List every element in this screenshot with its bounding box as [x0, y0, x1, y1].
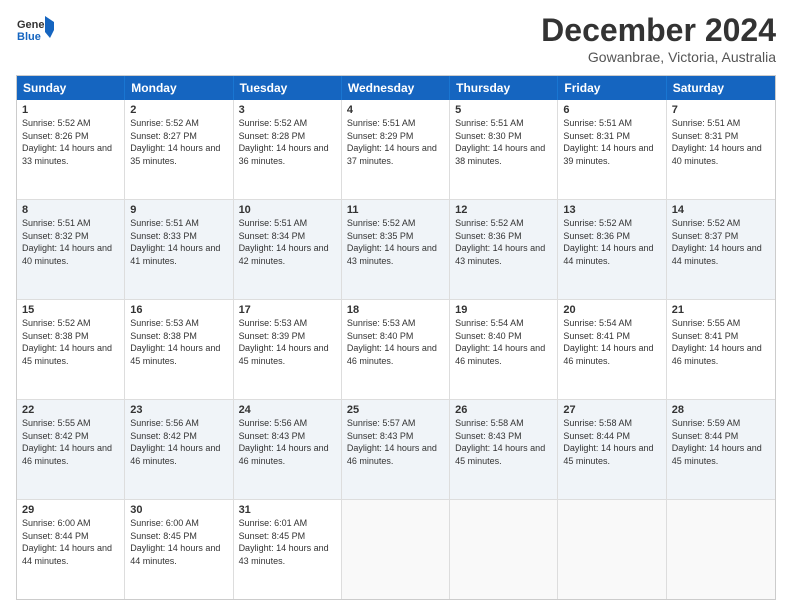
day-8: 8 Sunrise: 5:51 AM Sunset: 8:32 PM Dayli…: [17, 200, 125, 299]
empty-cell-2: [450, 500, 558, 599]
day-7: 7 Sunrise: 5:51 AM Sunset: 8:31 PM Dayli…: [667, 100, 775, 199]
day-4: 4 Sunrise: 5:51 AM Sunset: 8:29 PM Dayli…: [342, 100, 450, 199]
day-17: 17 Sunrise: 5:53 AM Sunset: 8:39 PM Dayl…: [234, 300, 342, 399]
header-sunday: Sunday: [17, 76, 125, 100]
day-16: 16 Sunrise: 5:53 AM Sunset: 8:38 PM Dayl…: [125, 300, 233, 399]
month-title: December 2024: [541, 12, 776, 49]
svg-text:Blue: Blue: [17, 31, 41, 43]
header-friday: Friday: [558, 76, 666, 100]
day-19: 19 Sunrise: 5:54 AM Sunset: 8:40 PM Dayl…: [450, 300, 558, 399]
day-15: 15 Sunrise: 5:52 AM Sunset: 8:38 PM Dayl…: [17, 300, 125, 399]
title-area: December 2024 Gowanbrae, Victoria, Austr…: [541, 12, 776, 65]
day-1: 1 Sunrise: 5:52 AM Sunset: 8:26 PM Dayli…: [17, 100, 125, 199]
day-22: 22 Sunrise: 5:55 AM Sunset: 8:42 PM Dayl…: [17, 400, 125, 499]
header-saturday: Saturday: [667, 76, 775, 100]
day-26: 26 Sunrise: 5:58 AM Sunset: 8:43 PM Dayl…: [450, 400, 558, 499]
week-row-5: 29 Sunrise: 6:00 AM Sunset: 8:44 PM Dayl…: [17, 500, 775, 599]
day-27: 27 Sunrise: 5:58 AM Sunset: 8:44 PM Dayl…: [558, 400, 666, 499]
day-29: 29 Sunrise: 6:00 AM Sunset: 8:44 PM Dayl…: [17, 500, 125, 599]
day-18: 18 Sunrise: 5:53 AM Sunset: 8:40 PM Dayl…: [342, 300, 450, 399]
day-3: 3 Sunrise: 5:52 AM Sunset: 8:28 PM Dayli…: [234, 100, 342, 199]
empty-cell-1: [342, 500, 450, 599]
header-wednesday: Wednesday: [342, 76, 450, 100]
day-24: 24 Sunrise: 5:56 AM Sunset: 8:43 PM Dayl…: [234, 400, 342, 499]
day-31: 31 Sunrise: 6:01 AM Sunset: 8:45 PM Dayl…: [234, 500, 342, 599]
header-thursday: Thursday: [450, 76, 558, 100]
location: Gowanbrae, Victoria, Australia: [541, 49, 776, 65]
header: General Blue December 2024 Gowanbrae, Vi…: [16, 12, 776, 65]
calendar-body: 1 Sunrise: 5:52 AM Sunset: 8:26 PM Dayli…: [17, 100, 775, 599]
day-13: 13 Sunrise: 5:52 AM Sunset: 8:36 PM Dayl…: [558, 200, 666, 299]
day-6: 6 Sunrise: 5:51 AM Sunset: 8:31 PM Dayli…: [558, 100, 666, 199]
day-11: 11 Sunrise: 5:52 AM Sunset: 8:35 PM Dayl…: [342, 200, 450, 299]
empty-cell-3: [558, 500, 666, 599]
week-row-3: 15 Sunrise: 5:52 AM Sunset: 8:38 PM Dayl…: [17, 300, 775, 400]
day-25: 25 Sunrise: 5:57 AM Sunset: 8:43 PM Dayl…: [342, 400, 450, 499]
day-28: 28 Sunrise: 5:59 AM Sunset: 8:44 PM Dayl…: [667, 400, 775, 499]
logo: General Blue: [16, 12, 54, 50]
day-12: 12 Sunrise: 5:52 AM Sunset: 8:36 PM Dayl…: [450, 200, 558, 299]
day-2: 2 Sunrise: 5:52 AM Sunset: 8:27 PM Dayli…: [125, 100, 233, 199]
day-30: 30 Sunrise: 6:00 AM Sunset: 8:45 PM Dayl…: [125, 500, 233, 599]
day-23: 23 Sunrise: 5:56 AM Sunset: 8:42 PM Dayl…: [125, 400, 233, 499]
week-row-2: 8 Sunrise: 5:51 AM Sunset: 8:32 PM Dayli…: [17, 200, 775, 300]
week-row-4: 22 Sunrise: 5:55 AM Sunset: 8:42 PM Dayl…: [17, 400, 775, 500]
calendar: Sunday Monday Tuesday Wednesday Thursday…: [16, 75, 776, 600]
day-5: 5 Sunrise: 5:51 AM Sunset: 8:30 PM Dayli…: [450, 100, 558, 199]
day-20: 20 Sunrise: 5:54 AM Sunset: 8:41 PM Dayl…: [558, 300, 666, 399]
calendar-header: Sunday Monday Tuesday Wednesday Thursday…: [17, 76, 775, 100]
header-tuesday: Tuesday: [234, 76, 342, 100]
day-21: 21 Sunrise: 5:55 AM Sunset: 8:41 PM Dayl…: [667, 300, 775, 399]
week-row-1: 1 Sunrise: 5:52 AM Sunset: 8:26 PM Dayli…: [17, 100, 775, 200]
day-14: 14 Sunrise: 5:52 AM Sunset: 8:37 PM Dayl…: [667, 200, 775, 299]
header-monday: Monday: [125, 76, 233, 100]
empty-cell-4: [667, 500, 775, 599]
day-9: 9 Sunrise: 5:51 AM Sunset: 8:33 PM Dayli…: [125, 200, 233, 299]
page: General Blue December 2024 Gowanbrae, Vi…: [0, 0, 792, 612]
day-10: 10 Sunrise: 5:51 AM Sunset: 8:34 PM Dayl…: [234, 200, 342, 299]
